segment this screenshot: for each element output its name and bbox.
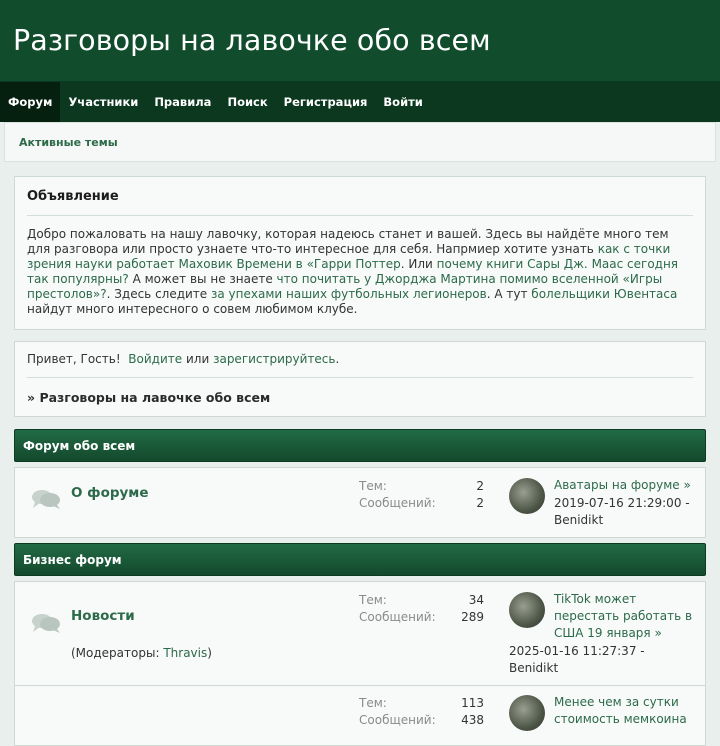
site-header: Разговоры на лавочке обо всем (0, 0, 720, 82)
avatar[interactable] (509, 695, 545, 731)
announcement-title: Объявление (27, 189, 119, 204)
dot-text: . (335, 352, 340, 366)
login-link[interactable]: Войдите (128, 352, 182, 366)
go-to-last-post-arrow[interactable]: » (683, 478, 690, 492)
breadcrumb: » Разговоры на лавочке обо всем (27, 390, 270, 405)
forum-speech-bubbles-icon (32, 614, 60, 633)
nav-register[interactable]: Регистрация (276, 82, 376, 122)
category-header-business: Бизнес форум (14, 543, 706, 576)
breadcrumb-arrow: » (27, 390, 36, 405)
nav-rules[interactable]: Правила (146, 82, 219, 122)
main-nav: Форум Участники Правила Поиск Регистраци… (0, 82, 720, 122)
last-post-user: Benidikt (554, 513, 604, 527)
category-title[interactable]: Бизнес форум (23, 553, 122, 567)
nav-members[interactable]: Участники (60, 82, 146, 122)
announcement-text-part: . Здесь следите (106, 287, 211, 301)
welcome-greeting: Привет, Гость! Войдите или зарегистрируй… (27, 352, 339, 366)
last-post-date: 2025-01-16 11:27:37 - (509, 644, 645, 658)
moderators: (Модераторы: Thravis) (71, 646, 212, 660)
announcement-link-juventus[interactable]: болельщики Ювентаса (531, 287, 677, 301)
announcement-text-part: . Или (400, 257, 437, 271)
forum-row-news: Новости (Модераторы: Thravis) Тем: 34 Со… (14, 581, 706, 686)
moderators-close: ) (207, 646, 212, 660)
welcome-box: Привет, Гость! Войдите или зарегистрируй… (14, 341, 706, 417)
site-title[interactable]: Разговоры на лавочке обо всем (13, 24, 491, 57)
posts-count: 289 (461, 610, 484, 624)
last-post-link-wrap: TikTok может перестать работать в США 19… (554, 591, 704, 642)
announcement-link-football[interactable]: за упехами наших футбольных легионеров (211, 287, 487, 301)
last-post-link-wrap: Аватары на форуме » (554, 477, 704, 494)
forum-speech-bubbles-icon (32, 490, 60, 509)
breadcrumb-home-link[interactable]: Разговоры на лавочке обо всем (39, 390, 270, 405)
posts-count: 2 (476, 496, 484, 510)
topics-label: Тем: (359, 479, 387, 493)
announcement-text-part: А может вы не знаете (128, 272, 277, 286)
greeting-text: Привет, Гость! (27, 352, 121, 366)
moderator-link[interactable]: Thravis (163, 646, 207, 660)
forum-row-about: О форуме Тем: 2 Сообщений: 2 Аватары на … (14, 467, 706, 538)
nav-search[interactable]: Поиск (219, 82, 275, 122)
sub-nav: Активные темы (4, 122, 716, 162)
divider (27, 215, 693, 216)
last-post-link-wrap: Менее чем за сутки стоимость мемкоина (554, 694, 704, 728)
last-post-link[interactable]: TikTok может перестать работать в США 19… (554, 592, 692, 640)
forum-row-third: Тем: 113 Сообщений: 438 Менее чем за сут… (14, 686, 706, 746)
posts-label: Сообщений: (359, 610, 436, 624)
forum-name-link[interactable]: О форуме (71, 485, 149, 501)
category-header-general: Форум обо всем (14, 429, 706, 462)
or-text: или (185, 352, 210, 366)
posts-label: Сообщений: (359, 496, 436, 510)
posts-count: 438 (461, 713, 484, 727)
topics-count: 113 (461, 696, 484, 710)
nav-login[interactable]: Войти (375, 82, 430, 122)
divider (27, 377, 693, 378)
avatar[interactable] (509, 592, 545, 628)
announcement-text-part: найдут много интересного о совем любимом… (27, 302, 358, 316)
topics-count: 2 (476, 479, 484, 493)
announcement-text-part: . А тут (486, 287, 532, 301)
register-link[interactable]: зарегистрируйтесь (213, 352, 335, 366)
moderators-label: (Модераторы: (71, 646, 160, 660)
nav-forum[interactable]: Форум (0, 82, 61, 122)
go-to-last-post-arrow[interactable]: » (654, 626, 661, 640)
forum-name-link[interactable]: Новости (71, 608, 135, 624)
last-post-link[interactable]: Менее чем за сутки стоимость мемкоина (554, 695, 687, 726)
avatar[interactable] (509, 478, 545, 514)
topics-count: 34 (468, 593, 484, 607)
topics-label: Тем: (359, 696, 387, 710)
category-title[interactable]: Форум обо всем (23, 439, 135, 453)
announcement-box: Объявление Добро пожаловать на нашу лаво… (14, 176, 706, 330)
last-post-user: Benidikt (509, 661, 559, 675)
topics-label: Тем: (359, 593, 387, 607)
last-post-link[interactable]: Аватары на форуме (554, 478, 680, 492)
active-topics-link[interactable]: Активные темы (19, 136, 118, 149)
announcement-text: Добро пожаловать на нашу лавочку, котора… (27, 227, 695, 317)
last-post-date: 2019-07-16 21:29:00 - (554, 496, 690, 510)
posts-label: Сообщений: (359, 713, 436, 727)
announcement-text-part: Добро пожаловать на нашу лавочку, котора… (27, 227, 669, 256)
